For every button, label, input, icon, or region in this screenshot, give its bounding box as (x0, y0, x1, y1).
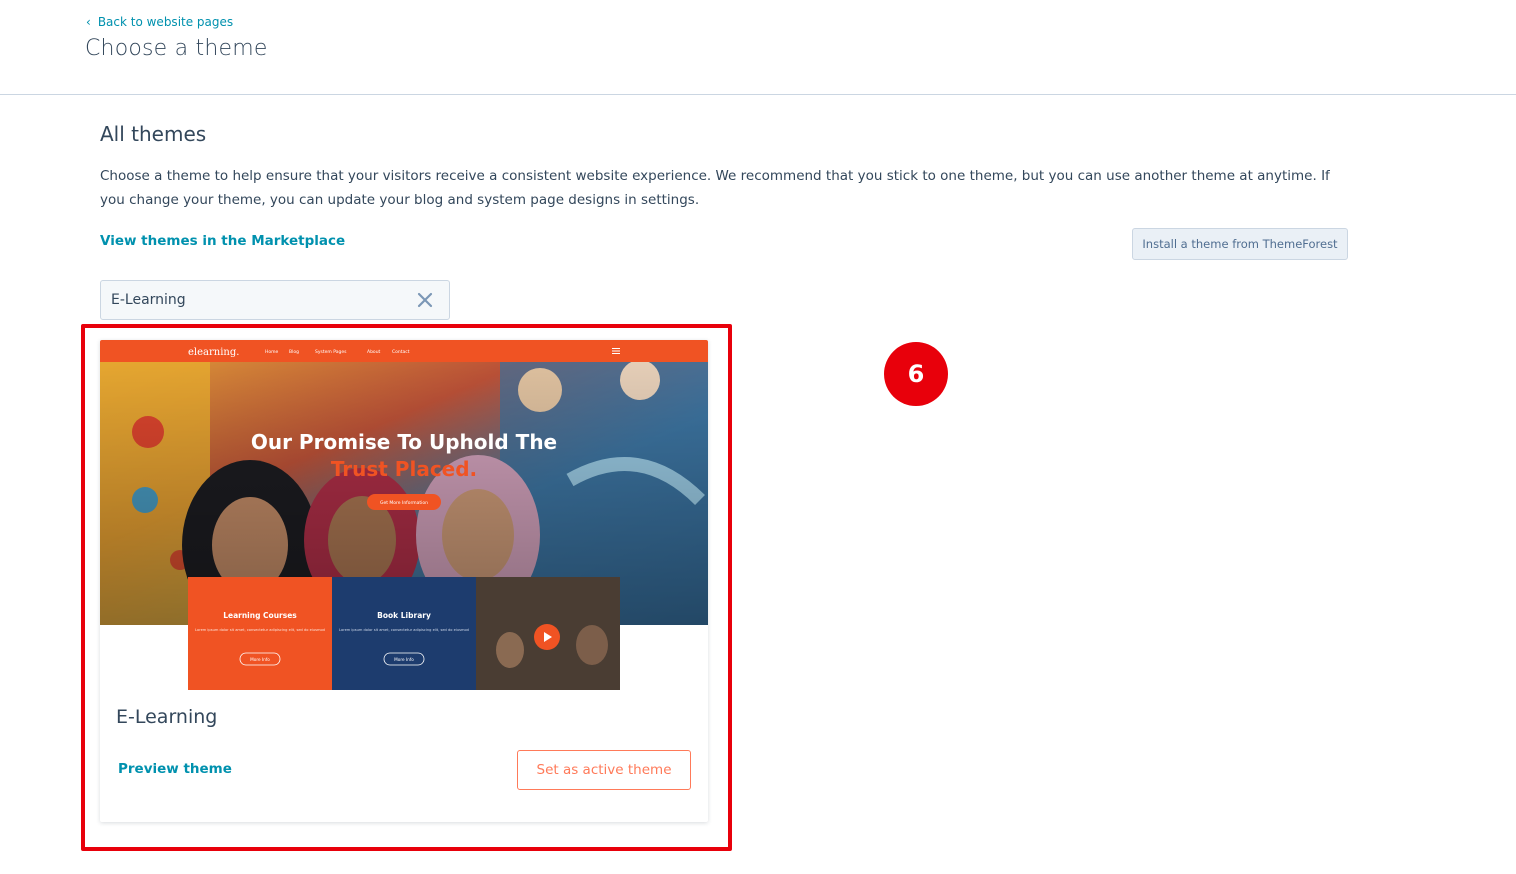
back-to-website-pages-link[interactable]: ‹ Back to website pages (86, 15, 233, 29)
thumb-tile2-title: Book Library (377, 611, 431, 620)
thumb-nav-contact: Contact (392, 349, 410, 355)
thumb-menu-icon (612, 348, 620, 354)
section-description: Choose a theme to help ensure that your … (100, 168, 1330, 208)
back-link-label: Back to website pages (97, 15, 234, 29)
set-active-theme-button[interactable]: Set as active theme (517, 750, 691, 790)
thumb-hero-line2: Trust Placed. (331, 457, 477, 481)
page-header: ‹ Back to website pages Choose a theme (0, 0, 1516, 95)
thumb-tile2-btn: More Info (394, 657, 414, 662)
theme-thumbnail: elearning. Home Blog System Pages About … (100, 340, 708, 690)
theme-card[interactable]: elearning. Home Blog System Pages About … (100, 340, 708, 822)
thumb-hero-line1: Our Promise To Uphold The (251, 430, 557, 454)
page-title: Choose a theme (85, 36, 268, 61)
thumb-tile1-title: Learning Courses (223, 611, 297, 620)
thumb-nav-system: System Pages (315, 349, 347, 355)
thumb-nav-blog: Blog (289, 349, 299, 355)
theme-name: E-Learning (116, 706, 218, 728)
step-number-badge: 6 (884, 342, 948, 406)
thumb-nav-home: Home (265, 349, 279, 355)
preview-theme-link[interactable]: Preview theme (118, 761, 232, 777)
theme-search-field (100, 280, 450, 320)
clear-search-icon[interactable] (414, 289, 436, 311)
chevron-left-icon: ‹ (86, 15, 91, 29)
thumb-logo: elearning. (188, 347, 239, 358)
thumb-nav-about: About (367, 349, 381, 355)
view-marketplace-link[interactable]: View themes in the Marketplace (100, 233, 345, 249)
theme-search-input[interactable] (101, 281, 401, 319)
thumb-tile2-text: Lorem ipsum dolor sit amet, consectetur … (339, 628, 469, 632)
thumb-tile1-btn: More Info (250, 657, 270, 662)
section-title: All themes (100, 122, 207, 146)
thumb-tile1-text: Lorem ipsum dolor sit amet, consectetur … (195, 628, 325, 632)
thumb-hero-button: Get More Information (380, 500, 428, 506)
install-themeforest-button[interactable]: Install a theme from ThemeForest (1132, 228, 1348, 260)
